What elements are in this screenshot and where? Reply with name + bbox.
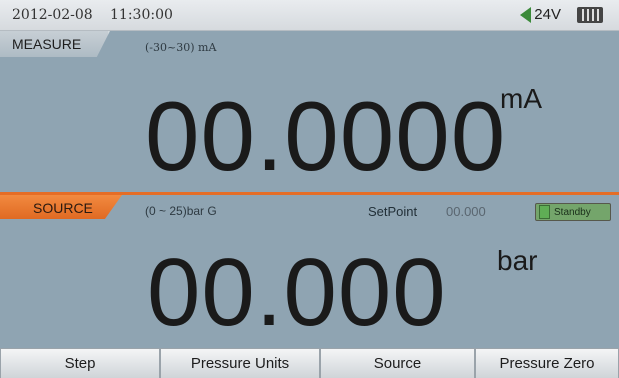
measure-reading: 00.0000 (145, 81, 507, 191)
softkey-bar: Step Pressure Units Source Pressure Zero (0, 348, 619, 378)
battery-icon (577, 6, 603, 23)
source-panel: SOURCE (0 ~ 25)bar G SetPoint 00.000 Sta… (0, 195, 619, 348)
measure-unit: mA (500, 83, 542, 114)
setpoint-value[interactable]: 00.000 (446, 204, 486, 219)
softkey-pressure-zero[interactable]: Pressure Zero (475, 348, 619, 378)
measure-label: MEASURE (12, 36, 82, 52)
status-time: 11:30:00 (110, 7, 173, 23)
measure-range: (-30~30) mA (145, 41, 217, 54)
softkey-source[interactable]: Source (320, 348, 475, 378)
standby-led-icon (539, 205, 550, 219)
calibrator-screen: 2012-02-08 11:30:00 24V MEASURE (-30~30)… (0, 0, 619, 378)
standby-label: Standby (554, 206, 591, 218)
status-date: 2012-02-08 (12, 7, 93, 23)
softkey-pressure-units[interactable]: Pressure Units (160, 348, 320, 378)
setpoint-label: SetPoint (368, 204, 418, 219)
measure-panel: MEASURE (-30~30) mA 00.0000 mA (0, 31, 619, 192)
source-label: SOURCE (33, 200, 93, 216)
source-reading: 00.000 (147, 239, 447, 346)
status-bar: 2012-02-08 11:30:00 24V (0, 0, 619, 31)
source-unit: bar (497, 245, 538, 276)
supply-voltage: 24V (534, 6, 561, 23)
plug-icon (520, 6, 532, 23)
softkey-step[interactable]: Step (0, 348, 160, 378)
power-status: 24V (520, 6, 603, 23)
standby-button[interactable]: Standby (535, 203, 611, 221)
source-range: (0 ~ 25)bar G (145, 204, 217, 218)
